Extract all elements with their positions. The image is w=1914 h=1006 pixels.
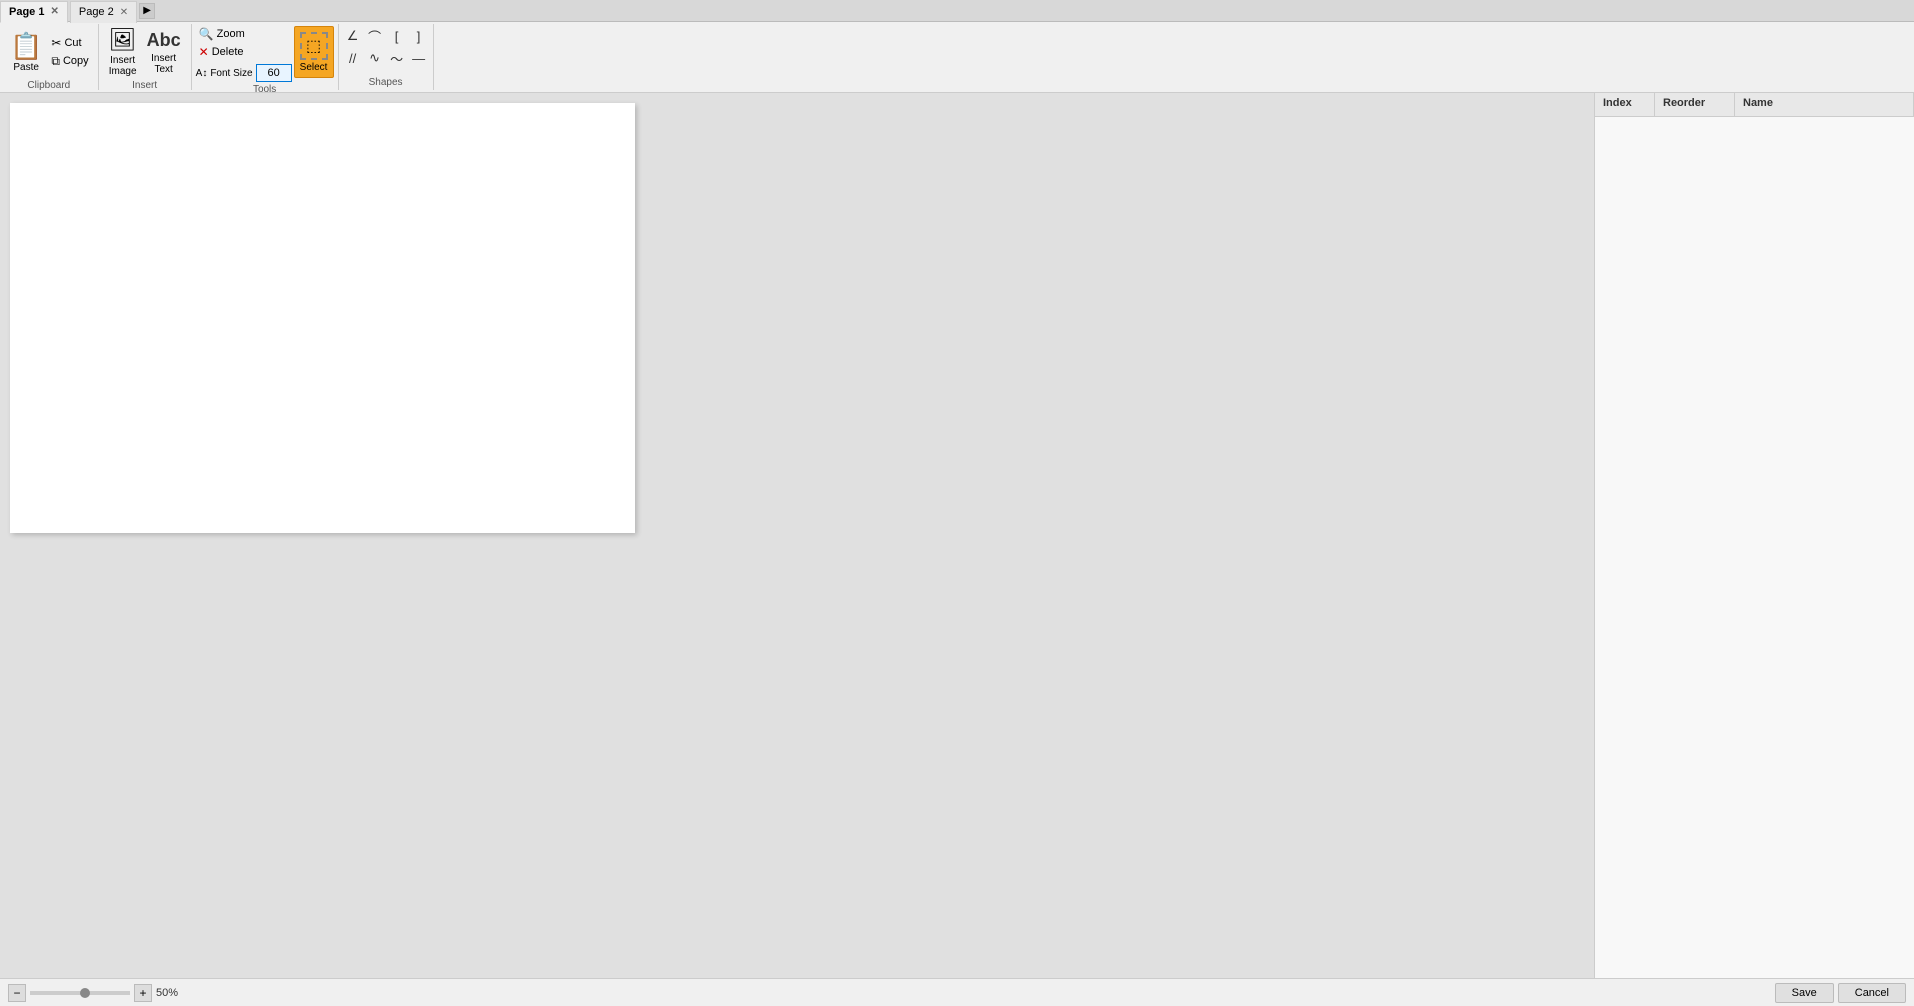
insert-group: 🖼 InsertImage Abc InsertText Insert [99,24,192,90]
panel-col-name: Name [1735,93,1914,116]
clipboard-group-content: 📋 Paste ✂ Cut ⧉ Copy [6,26,92,78]
shape-bracket-right[interactable]: ] [409,26,429,46]
font-size-label: Font Size [210,68,252,79]
panel-header: Index Reorder Name [1595,93,1914,117]
main-area: Index Reorder Name [0,93,1914,978]
tab-page2-close[interactable]: ✕ [120,7,128,18]
tab-page2-label: Page 2 [79,6,114,18]
shape-bracket-left[interactable]: [ [387,26,407,46]
tabs-bar: Page 1 ✕ Page 2 ✕ ▶ [0,0,1914,22]
tab-page1-label: Page 1 [9,6,44,18]
zoom-percent: 50% [156,987,178,999]
panel-col-reorder: Reorder [1655,93,1735,116]
save-button[interactable]: Save [1775,983,1834,1003]
paste-icon: 📋 [10,31,42,62]
tab-page1-close[interactable]: ✕ [50,6,58,17]
tools-group-content: 🔍 Zoom ✕ Delete A↕ Font Size ⬚ [196,26,334,82]
copy-icon: ⧉ [51,54,60,69]
panel-col-index: Index [1595,93,1655,116]
zoom-button[interactable]: 🔍 Zoom [196,26,292,42]
zoom-minus-button[interactable]: − [8,984,26,1002]
zoom-icon: 🔍 [199,27,214,41]
insert-text-label: InsertText [151,53,176,75]
cut-button[interactable]: ✂ Cut [48,35,91,51]
zoom-label: Zoom [217,28,245,40]
tab-page1[interactable]: Page 1 ✕ [0,1,68,23]
paste-button[interactable]: 📋 Paste [6,26,46,78]
right-panel: Index Reorder Name [1594,93,1914,978]
shape-line[interactable]: — [409,48,429,68]
ribbon: 📋 Paste ✂ Cut ⧉ Copy Clipboard [0,22,1914,92]
delete-button[interactable]: ✕ Delete [196,44,292,60]
shape-wave[interactable]: ∿ [365,48,385,68]
toolbar: Page 1 ✕ Page 2 ✕ ▶ 📋 Paste ✂ Cut [0,0,1914,93]
delete-label: Delete [212,46,244,58]
zoom-slider-thumb [80,988,90,998]
font-size-input[interactable] [256,64,292,82]
clipboard-group-label: Clipboard [27,78,70,91]
shape-angle[interactable]: ∠ [343,26,363,46]
shapes-group: ∠ ⌒ [ ] // ∿ 〜 — Shapes [339,24,434,90]
zoom-plus-button[interactable]: + [134,984,152,1002]
cancel-button[interactable]: Cancel [1838,983,1906,1003]
insert-group-label: Insert [132,78,157,91]
select-icon: ⬚ [300,32,328,60]
clipboard-group: 📋 Paste ✂ Cut ⧉ Copy Clipboard [0,24,99,90]
paste-label: Paste [13,62,39,73]
cut-copy-column: ✂ Cut ⧉ Copy [48,26,91,78]
font-size-row: A↕ Font Size [196,64,292,82]
zoom-slider[interactable] [30,991,130,995]
add-tab-button[interactable]: ▶ [139,3,155,19]
copy-label: Copy [63,55,89,67]
shape-tilde[interactable]: 〜 [387,48,407,68]
tools-group: 🔍 Zoom ✕ Delete A↕ Font Size ⬚ [192,24,339,90]
insert-text-icon: Abc [147,30,181,51]
tools-col-left: 🔍 Zoom ✕ Delete A↕ Font Size [196,26,292,82]
copy-button[interactable]: ⧉ Copy [48,53,91,70]
page-canvas [10,103,635,533]
canvas-area[interactable] [0,93,1594,978]
panel-content [1595,117,1914,978]
insert-group-content: 🖼 InsertImage Abc InsertText [105,26,185,78]
insert-text-button[interactable]: Abc InsertText [143,26,185,78]
status-bar: − + 50% Save Cancel [0,978,1914,1006]
shapes-group-label: Shapes [343,75,429,88]
delete-icon: ✕ [199,45,209,59]
font-size-icon: A↕ [196,68,208,79]
shapes-grid: ∠ ⌒ [ ] // ∿ 〜 — [343,26,429,75]
select-button[interactable]: ⬚ Select [294,26,334,78]
cut-icon: ✂ [51,36,61,50]
insert-image-button[interactable]: 🖼 InsertImage [105,26,141,78]
tab-page2[interactable]: Page 2 ✕ [70,1,137,23]
select-label: Select [300,62,328,73]
insert-image-icon: 🖼 [109,27,137,53]
tools-col-right: ⬚ Select [294,26,334,82]
cut-label: Cut [64,37,81,49]
insert-image-label: InsertImage [109,55,137,77]
shape-arc[interactable]: ⌒ [365,26,385,46]
shape-parallel[interactable]: // [343,48,363,68]
